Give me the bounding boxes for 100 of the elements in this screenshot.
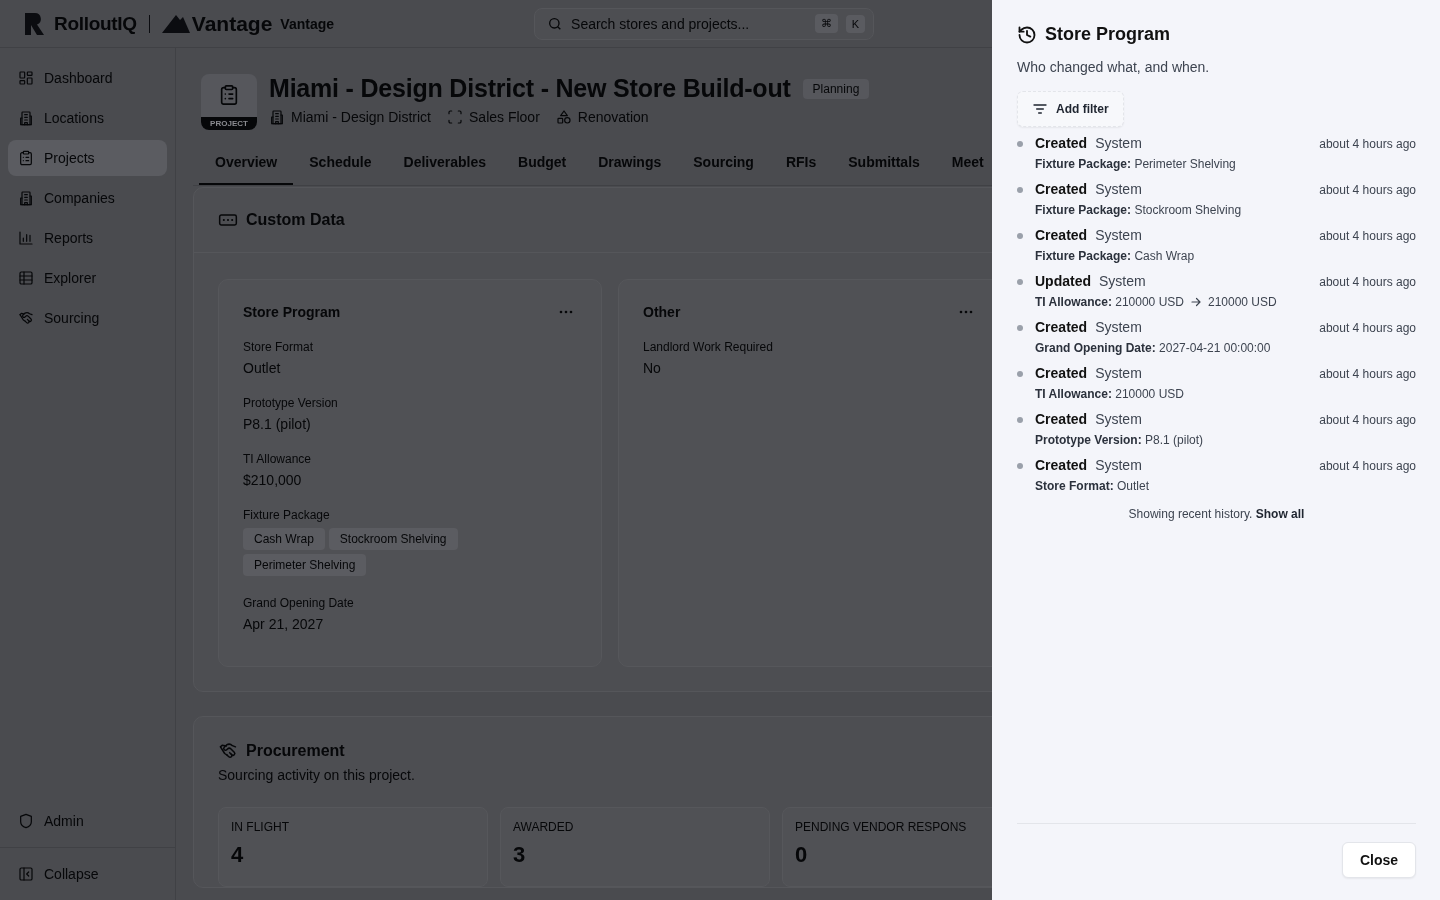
field-value: No [643,360,662,376]
sidebar-item[interactable]: Admin [8,803,167,839]
timestamp: about 4 hours ago [1319,321,1416,335]
handshake-icon [18,310,34,326]
sidebar-item[interactable]: Dashboard [8,60,167,96]
tab[interactable]: Sourcing [677,140,770,185]
shapes-icon [555,109,572,125]
meta-text: Miami - Design District [291,109,431,125]
bullet-dot [1017,233,1023,239]
new-value: 210000 USD [1207,295,1277,309]
change-detail: Fixture Package: Perimeter Shelving [1035,157,1236,171]
stat-label: AWARDED [513,820,575,834]
tag: Stockroom Shelving [328,528,458,550]
tab[interactable]: Budget [502,140,583,185]
stat-value: 0 [795,842,809,868]
field-label: Grand Opening Date [243,596,355,610]
sidebar-item[interactable]: Reports [8,220,167,256]
actor-name: System [1095,227,1142,243]
timestamp: about 4 hours ago [1319,413,1416,427]
field-label: TI Allowance [243,452,313,466]
timestamp: about 4 hours ago [1319,137,1416,151]
timestamp: about 4 hours ago [1319,367,1416,381]
handshake-icon [218,741,238,761]
frame-icon [447,109,463,125]
action-label: Created [1035,457,1088,473]
change-detail: Fixture Package: Cash Wrap [1035,249,1195,263]
tab[interactable]: Overview [199,140,294,185]
timestamp: about 4 hours ago [1319,459,1416,473]
sidebar-item[interactable]: Companies [8,180,167,216]
building-icon [269,109,285,125]
collapse-icon [18,866,34,882]
table-icon [18,270,34,286]
bullet-dot [1017,463,1023,469]
sidebar-item[interactable]: Projects [8,140,167,176]
timestamp: about 4 hours ago [1319,229,1416,243]
shield-icon [18,813,34,829]
panel-title: Procurement [246,742,345,760]
tab[interactable]: RFIs [769,140,833,185]
panel-subtitle: Sourcing activity on this project. [217,766,416,785]
search-field[interactable]: Search stores and projects... ⌘ K [534,7,875,40]
action-label: Created [1035,227,1088,243]
tag: Cash Wrap [243,528,325,550]
tab[interactable]: Submittals [832,140,936,185]
actor-name: System [1095,457,1142,473]
change-detail: Fixture Package: Stockroom Shelving [1035,203,1242,217]
field-label: Store Format [243,340,315,354]
tab[interactable]: Meet [935,140,992,185]
sidebar-item[interactable]: Explorer [8,260,167,296]
change-detail: Grand Opening Date: 2027-04-21 00:00:00 [1035,341,1271,355]
arrow-right-icon [1189,296,1202,308]
timestamp: about 4 hours ago [1319,183,1416,197]
filter-icon [1032,101,1048,117]
actor-name: System [1095,411,1142,427]
actor-name: System [1095,319,1142,335]
actor-name: System [1095,181,1142,197]
brand-wordmark: Vantage [191,11,273,36]
stat-value: 4 [231,842,245,868]
stat-label: IN FLIGHT [231,820,290,834]
project-badge: PROJECT [201,74,257,130]
bar-chart-icon [18,230,34,246]
action-label: Updated [1035,273,1091,289]
history-note: Showing recent history. [1128,507,1253,521]
sidebar-item[interactable]: Sourcing [8,300,167,336]
history-icon [1017,24,1037,45]
tab[interactable]: Drawings [582,140,678,185]
status-badge: Planning [802,78,870,99]
sidebar-item[interactable]: Collapse [0,847,175,900]
show-all-link[interactable]: Show all [1255,507,1305,521]
stat-value: 3 [513,842,527,868]
field-value: $210,000 [243,472,303,488]
action-label: Created [1035,411,1088,427]
add-filter-button[interactable]: Add filter [1017,91,1124,127]
panel-title: Custom Data [246,211,345,229]
card-title: Store Program [243,304,341,320]
clipboard-icon [18,150,34,166]
bullet-dot [1017,187,1023,193]
tab[interactable]: Deliverables [387,140,502,185]
bullet-dot [1017,371,1023,377]
field-label: Fixture Package [243,508,331,522]
search-input[interactable]: Search stores and projects... [571,15,807,32]
change-detail: Store Format: Outlet [1035,479,1150,493]
change-detail: TI Allowance: 210000 USD [1035,295,1184,309]
meta-text: Renovation [577,109,649,125]
timestamp: about 4 hours ago [1319,275,1416,289]
building-icon [18,110,34,126]
building-icon [18,190,34,206]
meta-text: Sales Floor [469,109,540,125]
drawer-subtitle: Who changed what, and when. [1017,59,1211,75]
sidebar-item[interactable]: Locations [8,100,167,136]
action-label: Created [1035,181,1088,197]
field-value: P8.1 (pilot) [243,416,312,432]
actor-name: System [1095,365,1142,381]
close-button[interactable]: Close [1341,842,1416,878]
action-label: Created [1035,135,1088,151]
stat-label: PENDING VENDOR RESPONS [795,820,968,834]
bullet-dot [1017,417,1023,423]
logo-text: RolloutIQ [54,12,137,35]
dashboard-icon [18,70,34,86]
tab[interactable]: Schedule [293,140,388,185]
action-label: Created [1035,319,1088,335]
